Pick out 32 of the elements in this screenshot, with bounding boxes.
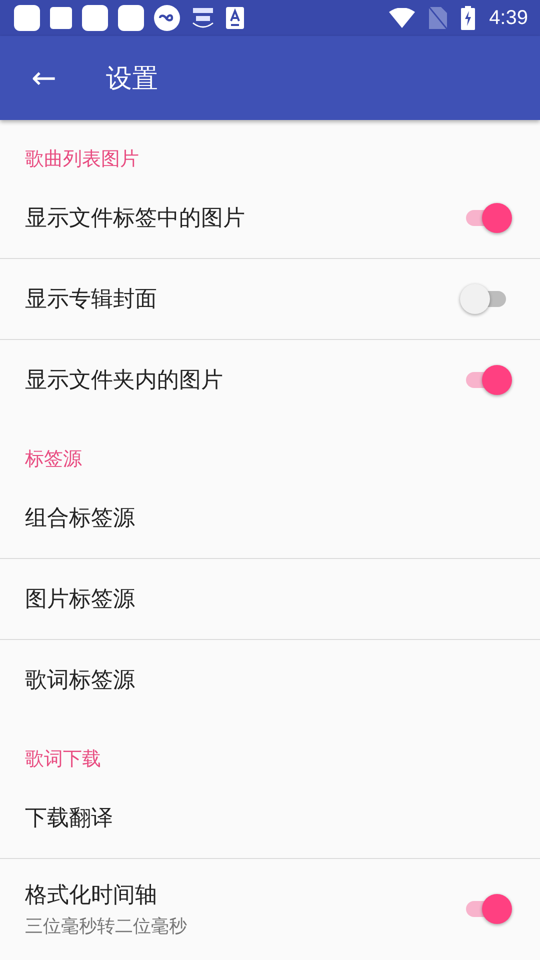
font-app-icon [226, 7, 244, 29]
settings-item[interactable]: 显示专辑封面 [0, 259, 540, 340]
section-header: 歌词下载 [24, 747, 102, 772]
wifi-icon [389, 8, 416, 28]
settings-item[interactable]: 显示文件夹内的图片 [0, 340, 540, 420]
item-label: 下载翻译 [25, 805, 113, 833]
app-notification-icon [14, 5, 40, 31]
page-title: 设置 [106, 62, 158, 96]
section-header: 歌曲列表图片 [24, 147, 140, 172]
no-sim-icon [429, 7, 448, 29]
app-notification-icon [118, 5, 144, 31]
settings-item[interactable]: 格式化时间轴 三位毫秒转二位毫秒 [0, 859, 540, 959]
section-header: 标签源 [24, 447, 83, 472]
item-label: 显示专辑封面 [25, 286, 157, 314]
app-notification-icon [82, 5, 108, 31]
settings-item[interactable]: 组合标签源 [0, 478, 540, 559]
battery-charging-icon [461, 6, 476, 30]
item-label: 歌词标签源 [25, 667, 135, 695]
settings-item[interactable]: 歌词标签源 [0, 640, 540, 720]
item-label: 图片标签源 [25, 586, 135, 614]
settings-item[interactable]: 图片标签源 [0, 559, 540, 640]
item-summary: 三位毫秒转二位毫秒 [25, 915, 187, 938]
settings-item[interactable]: 显示文件标签中的图片 [0, 178, 540, 259]
infinity-logo-icon [154, 5, 180, 31]
item-label: 格式化时间轴 [25, 882, 158, 910]
clock-text: 4:39 [489, 6, 528, 30]
item-label: 组合标签源 [25, 505, 135, 533]
item-label: 显示文件标签中的图片 [25, 205, 245, 233]
settings-item[interactable]: 下载翻译 [0, 778, 540, 859]
app-notification-icon [50, 7, 72, 29]
item-label: 显示文件夹内的图片 [25, 367, 223, 395]
back-button[interactable]: ← [24, 60, 64, 96]
